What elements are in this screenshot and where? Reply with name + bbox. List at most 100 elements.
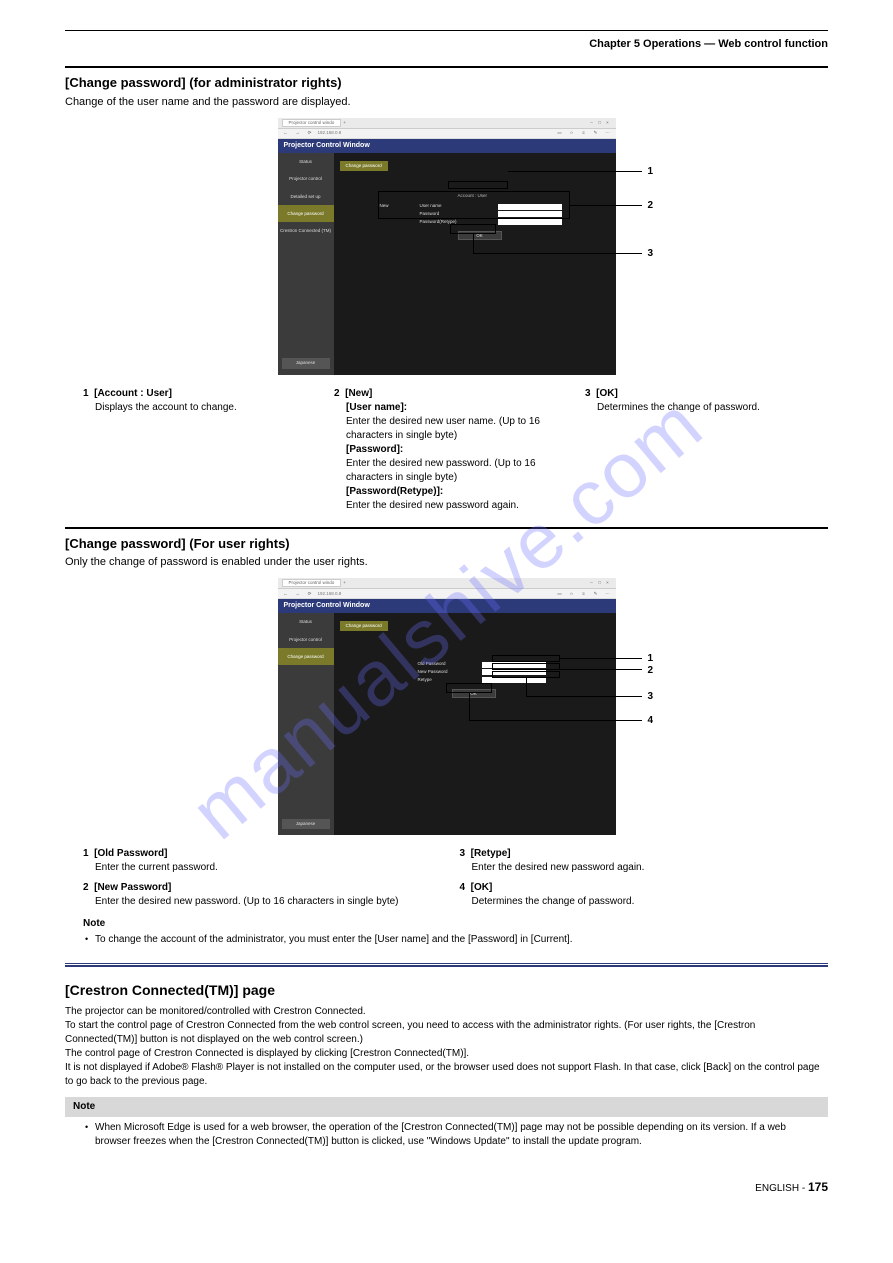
section-rule xyxy=(65,66,828,68)
note-icon[interactable]: ✎ xyxy=(592,130,600,136)
change-password-button[interactable]: Change password xyxy=(340,161,388,171)
sidebar-item-change-password[interactable]: Change password xyxy=(278,205,334,222)
minimize-icon-2[interactable]: – xyxy=(588,580,596,586)
password-input[interactable] xyxy=(498,211,562,217)
sidebar-item-detailed-setup[interactable]: Detailed set up xyxy=(278,188,334,205)
callout-1: 1 xyxy=(648,165,654,179)
browser-tab[interactable]: Projector control windo xyxy=(282,119,342,127)
new-password-input[interactable] xyxy=(482,669,546,675)
password-retype-label: Password(Retype) xyxy=(420,219,498,225)
document-page: manualshive.com Chapter 5 Operations — W… xyxy=(0,0,893,1236)
page-number: 175 xyxy=(808,1180,828,1194)
callout2-3: 3 xyxy=(648,690,654,704)
screenshot-2: Projector control windo + – □ × ← → ⟳ 19… xyxy=(278,578,616,835)
note-block-1: Note To change the account of the admini… xyxy=(83,917,810,947)
close-icon[interactable]: × xyxy=(604,120,612,126)
sidebar: Status Projector control Detailed set up… xyxy=(278,153,334,375)
section2-title: [Change password] (For user rights) xyxy=(65,535,828,553)
pcw-body: Status Projector control Detailed set up… xyxy=(278,153,616,375)
change-password-button-2[interactable]: Change password xyxy=(340,621,388,631)
reading-icon[interactable]: ▭ xyxy=(556,130,564,136)
old-password-label: Old Password xyxy=(418,661,482,667)
new-label: New xyxy=(380,203,420,209)
old-password-input[interactable] xyxy=(482,662,546,668)
screenshot-2-wrap: Projector control windo + – □ × ← → ⟳ 19… xyxy=(65,578,828,835)
explanation-2: 1 [Old Password] Enter the current passw… xyxy=(83,847,810,909)
screenshot-1-wrap: Projector control windo + – □ × ← → ⟳ 19… xyxy=(65,118,828,375)
chapter-ref: Chapter 5 Operations — Web control funct… xyxy=(589,37,828,52)
star-icon-2[interactable]: ☆ xyxy=(568,591,576,597)
crestron-title: [Crestron Connected(TM)] page xyxy=(65,981,828,1001)
browser-addressbar-2: ← → ⟳ 192.168.0.8 ▭ ☆ ≡ ✎ ⋯ xyxy=(278,589,616,599)
refresh-icon-2[interactable]: ⟳ xyxy=(306,591,314,597)
callout2-4: 4 xyxy=(648,714,654,728)
username-input[interactable] xyxy=(498,204,562,210)
pcw-header: Projector Control Window xyxy=(278,139,616,153)
new-form-block: New User name Password Password(Retype) xyxy=(380,203,610,225)
sidebar-item-projector-control-2[interactable]: Projector control xyxy=(278,631,334,648)
note1-item: To change the account of the administrat… xyxy=(83,933,810,947)
ok-button-2[interactable]: OK xyxy=(452,689,496,698)
password-retype-input[interactable] xyxy=(498,219,562,225)
pcw-header-2: Projector Control Window xyxy=(278,599,616,613)
top-rule xyxy=(65,30,828,31)
url-field-2[interactable]: 192.168.0.8 xyxy=(318,591,552,597)
url-field[interactable]: 192.168.0.8 xyxy=(318,130,552,136)
explanation-1: 1 [Account : User] Displays the account … xyxy=(83,387,810,513)
exp1-col-mid: 2 [New] [User name]: Enter the desired n… xyxy=(334,387,559,513)
pcw-main-2: Change password Old Password New Passwor… xyxy=(334,613,616,835)
screenshot-1: Projector control windo + – □ × ← → ⟳ 19… xyxy=(278,118,616,375)
account-label: Account : User xyxy=(458,193,610,199)
hub-icon-2[interactable]: ≡ xyxy=(580,591,588,597)
section-rule-2 xyxy=(65,527,828,529)
new-password-label: New Password xyxy=(418,669,482,675)
note-label: Note xyxy=(83,917,810,931)
back-icon[interactable]: ← xyxy=(282,130,290,136)
refresh-icon[interactable]: ⟳ xyxy=(306,130,314,136)
japanese-button-2[interactable]: Japanese xyxy=(282,819,330,829)
browser-titlebar: Projector control windo + – □ × xyxy=(278,118,616,129)
ok-button[interactable]: OK xyxy=(458,231,502,240)
maximize-icon-2[interactable]: □ xyxy=(596,580,604,586)
browser-titlebar-2: Projector control windo + – □ × xyxy=(278,578,616,589)
sidebar-item-status[interactable]: Status xyxy=(278,153,334,170)
footer: ENGLISH - 175 xyxy=(65,1179,828,1196)
sidebar-item-status-2[interactable]: Status xyxy=(278,613,334,630)
retype-input[interactable] xyxy=(482,677,546,683)
note2-item: When Microsoft Edge is used for a web br… xyxy=(83,1121,810,1149)
japanese-button[interactable]: Japanese xyxy=(282,358,330,368)
retype-label: Retype xyxy=(418,677,482,683)
double-rule xyxy=(65,963,828,967)
more-icon-2[interactable]: ⋯ xyxy=(604,591,612,597)
password-label: Password xyxy=(420,211,498,217)
header-row: Chapter 5 Operations — Web control funct… xyxy=(65,37,828,52)
exp2-col-right: 3 [Retype] Enter the desired new passwor… xyxy=(460,847,811,909)
callout-3: 3 xyxy=(648,247,654,261)
close-icon-2[interactable]: × xyxy=(604,580,612,586)
more-icon[interactable]: ⋯ xyxy=(604,130,612,136)
callout-2: 2 xyxy=(648,199,654,213)
exp1-col-left: 1 [Account : User] Displays the account … xyxy=(83,387,308,513)
new-tab-icon[interactable]: + xyxy=(343,120,346,126)
pcw-main: Change password Account : User New User … xyxy=(334,153,616,375)
sidebar-item-change-password-2[interactable]: Change password xyxy=(278,648,334,665)
forward-icon[interactable]: → xyxy=(294,130,302,136)
hub-icon[interactable]: ≡ xyxy=(580,130,588,136)
browser-addressbar: ← → ⟳ 192.168.0.8 ▭ ☆ ≡ ✎ ⋯ xyxy=(278,129,616,139)
new-tab-icon-2[interactable]: + xyxy=(343,580,346,586)
star-icon[interactable]: ☆ xyxy=(568,130,576,136)
sidebar-item-crestron[interactable]: Crestron Connected (TM) xyxy=(278,222,334,239)
sidebar-item-projector-control[interactable]: Projector control xyxy=(278,170,334,187)
footer-text: ENGLISH - xyxy=(755,1183,808,1194)
reading-icon-2[interactable]: ▭ xyxy=(556,591,564,597)
forward-icon-2[interactable]: → xyxy=(294,591,302,597)
browser-tab-2[interactable]: Projector control windo xyxy=(282,579,342,587)
exp1-col-right: 3 [OK] Determines the change of password… xyxy=(585,387,810,513)
exp2-col-left: 1 [Old Password] Enter the current passw… xyxy=(83,847,434,909)
minimize-icon[interactable]: – xyxy=(588,120,596,126)
section1-sub: Change of the user name and the password… xyxy=(65,95,828,110)
note-block-2: When Microsoft Edge is used for a web br… xyxy=(83,1121,810,1149)
maximize-icon[interactable]: □ xyxy=(596,120,604,126)
note-icon-2[interactable]: ✎ xyxy=(592,591,600,597)
back-icon-2[interactable]: ← xyxy=(282,591,290,597)
